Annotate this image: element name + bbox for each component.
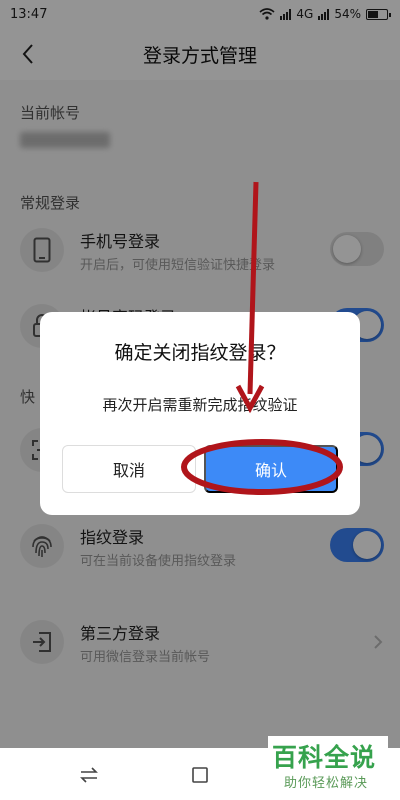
- watermark: 百科全说 助你轻松解决: [268, 736, 388, 796]
- switch-apps-button[interactable]: [78, 764, 100, 786]
- watermark-subtitle: 助你轻松解决: [284, 776, 369, 791]
- square-icon: [192, 767, 208, 783]
- confirm-dialog: 确定关闭指纹登录？ 再次开启需重新完成指纹验证 取消 确认: [40, 312, 360, 515]
- dialog-title: 确定关闭指纹登录？: [114, 342, 286, 364]
- cancel-button[interactable]: 取消: [62, 445, 196, 493]
- home-button[interactable]: [189, 764, 211, 786]
- swap-arrows-icon: [80, 767, 98, 783]
- dialog-message: 再次开启需重新完成指纹验证: [102, 396, 298, 414]
- watermark-title: 百科全说: [272, 743, 377, 772]
- confirm-button[interactable]: 确认: [204, 445, 338, 493]
